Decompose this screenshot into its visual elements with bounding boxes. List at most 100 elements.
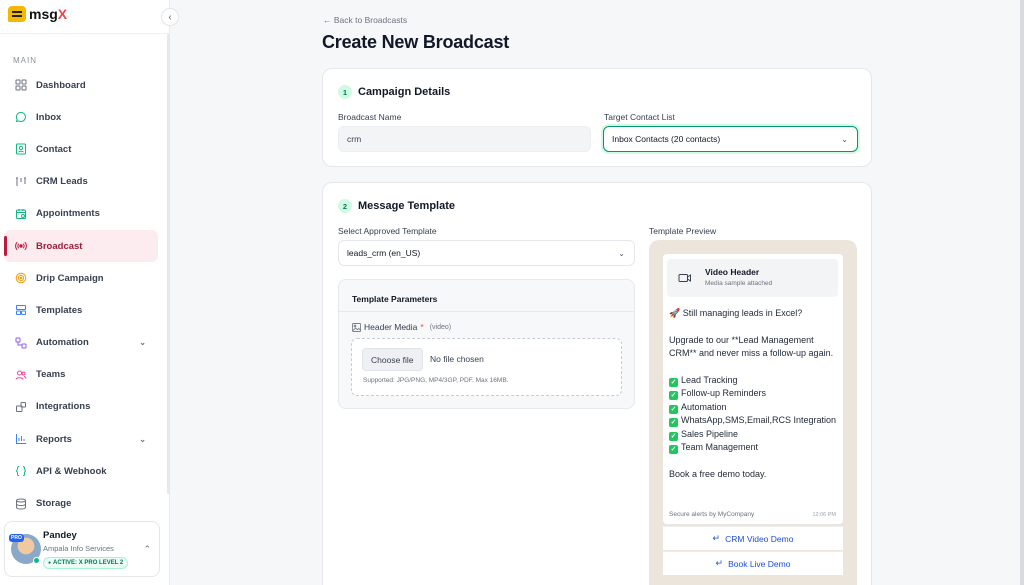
check-icon: ✓ (669, 391, 678, 401)
book-live-demo-button[interactable]: ↵ Book Live Demo (663, 551, 843, 575)
grid-icon (14, 79, 27, 92)
template-parameters-panel: Template Parameters Header Media * (vide… (338, 279, 635, 409)
message-footer: Secure alerts by MyCompany (669, 511, 755, 518)
step-badge: 2 (338, 199, 352, 213)
sidebar-item-label: Automation (36, 337, 89, 349)
message-timestamp: 12:06 PM (812, 512, 836, 518)
required-mark: * (420, 322, 424, 332)
sidebar-section-label: MAIN (13, 56, 37, 65)
sidebar-item-label: Reports (36, 433, 72, 445)
image-icon (352, 322, 361, 332)
template-parameters-title: Template Parameters (352, 294, 438, 304)
sidebar-item-dashboard[interactable]: Dashboard (4, 69, 158, 101)
media-type-hint: (video) (429, 323, 452, 331)
sidebar-item-label: Integrations (36, 401, 91, 413)
campaign-details-card: 1 Campaign Details Broadcast Name crm Ta… (322, 68, 872, 167)
target-contact-list-label: Target Contact List (604, 112, 675, 122)
arrow-left-icon: ← (323, 15, 334, 25)
template-preview-phone: Video Header Media sample attached 🚀 Sti… (649, 240, 857, 585)
message-line: 🚀 Still managing leads in Excel? (669, 308, 803, 318)
choose-file-button[interactable]: Choose file (362, 348, 423, 371)
sidebar-item-label: Teams (36, 369, 66, 381)
sidebar-item-broadcast[interactable]: Broadcast (4, 229, 158, 263)
sidebar: msgX MAIN Dashboard Inbox Contact CRM Le… (0, 0, 170, 585)
code-braces-icon (14, 465, 27, 478)
message-line: Book a free demo today. (669, 468, 767, 479)
columns-icon (14, 175, 27, 188)
contact-card-icon (14, 143, 27, 156)
target-icon (14, 272, 27, 285)
feature-item: ✓ WhatsApp,SMS,Email,RCS Integration (669, 415, 837, 428)
chevron-down-icon: ⌄ (618, 248, 625, 258)
sidebar-item-templates[interactable]: Templates (4, 294, 158, 326)
back-to-broadcasts-link[interactable]: ← Back to Broadcasts (323, 15, 407, 25)
sidebar-item-automation[interactable]: Automation ⌄ (4, 327, 158, 359)
sidebar-item-label: Drip Campaign (36, 272, 104, 284)
sidebar-item-contact[interactable]: Contact (4, 133, 158, 165)
sidebar-item-crm-leads[interactable]: CRM Leads (4, 166, 158, 198)
file-upload-dropzone[interactable]: Choose file No file chosen Supported: JP… (351, 338, 622, 396)
online-status-dot (33, 557, 40, 564)
sidebar-item-drip-campaign[interactable]: Drip Campaign (4, 262, 158, 294)
video-header-subtitle: Media sample attached (705, 280, 773, 287)
broadcast-name-input[interactable]: crm (338, 126, 591, 152)
chevron-left-icon: ‹ (168, 11, 172, 23)
sidebar-item-label: Broadcast (36, 240, 83, 252)
check-icon: ✓ (669, 431, 678, 441)
video-camera-icon (678, 274, 691, 282)
users-icon (14, 368, 27, 381)
reply-arrow-icon: ↵ (715, 558, 724, 568)
calendar-icon (14, 207, 27, 220)
video-header-title: Video Header (705, 267, 760, 277)
sidebar-item-teams[interactable]: Teams (4, 359, 158, 391)
chevron-down-icon: ⌄ (139, 434, 146, 444)
user-profile-card[interactable]: PRO Pandey Ampala Info Services ACTIVE: … (4, 521, 160, 577)
sidebar-divider (0, 33, 170, 34)
puzzle-icon (14, 400, 27, 413)
sidebar-item-appointments[interactable]: Appointments (4, 198, 158, 230)
automation-icon (14, 336, 27, 349)
sidebar-item-label: Storage (36, 498, 72, 510)
brand-name: msg (29, 6, 58, 22)
feature-item: ✓ Follow-up Reminders (669, 388, 767, 401)
chevron-down-icon: ⌄ (139, 338, 146, 348)
sidebar-collapse-button[interactable]: ‹ (161, 8, 179, 26)
sidebar-item-label: Contact (36, 143, 72, 155)
check-icon: ✓ (669, 404, 678, 414)
reply-arrow-icon: ↵ (712, 533, 721, 543)
logo-chat-icon (8, 6, 26, 22)
message-template-card: 2 Message Template Select Approved Templ… (322, 182, 872, 585)
sidebar-item-label: Appointments (36, 208, 100, 220)
message-line: Upgrade to our **Lead Management CRM** a… (669, 334, 834, 359)
feature-item: ✓ Lead Tracking (669, 375, 738, 387)
sidebar-item-reports[interactable]: Reports ⌄ (4, 423, 158, 455)
feature-item: ✓ Sales Pipeline (669, 428, 739, 441)
message-bubble: Video Header Media sample attached 🚀 Sti… (663, 254, 843, 524)
broadcast-name-label: Broadcast Name (338, 112, 402, 122)
chevron-down-icon: ⌄ (841, 134, 848, 144)
feature-item: ✓ Automation (669, 401, 727, 414)
approved-template-select[interactable]: leads_crm (en_US) ⌄ (338, 240, 635, 266)
plan-badge: ACTIVE: X PRO LEVEL 2 (43, 557, 129, 569)
sidebar-item-label: API & Webhook (36, 465, 107, 477)
database-icon (14, 497, 27, 510)
target-contact-list-select[interactable]: Inbox Contacts (20 contacts) ⌄ (603, 126, 858, 152)
sidebar-item-label: Dashboard (36, 79, 86, 91)
sidebar-item-inbox[interactable]: Inbox (4, 101, 158, 133)
sidebar-item-integrations[interactable]: Integrations (4, 391, 158, 423)
message-template-title: Message Template (358, 200, 456, 212)
supported-formats-hint: Supported: JPG/PNG, MP4/3GP, PDF. Max 16… (363, 377, 509, 384)
page-scrollbar[interactable] (1020, 0, 1024, 585)
video-header-placeholder: Video Header Media sample attached (667, 259, 838, 297)
sidebar-item-storage[interactable]: Storage (4, 487, 158, 519)
sidebar-item-label: Templates (36, 304, 83, 316)
brand-accent: X (57, 6, 68, 22)
crm-video-demo-button[interactable]: ↵ CRM Video Demo (663, 526, 843, 550)
logo[interactable]: msgX (8, 6, 67, 22)
file-status-text: No file chosen (430, 354, 484, 364)
template-preview-label: Template Preview (649, 226, 717, 236)
sidebar-item-api-webhook[interactable]: API & Webhook (4, 455, 158, 487)
campaign-details-title: Campaign Details (358, 86, 451, 98)
broadcast-icon (14, 240, 27, 253)
sidebar-scrollbar[interactable] (167, 34, 170, 494)
